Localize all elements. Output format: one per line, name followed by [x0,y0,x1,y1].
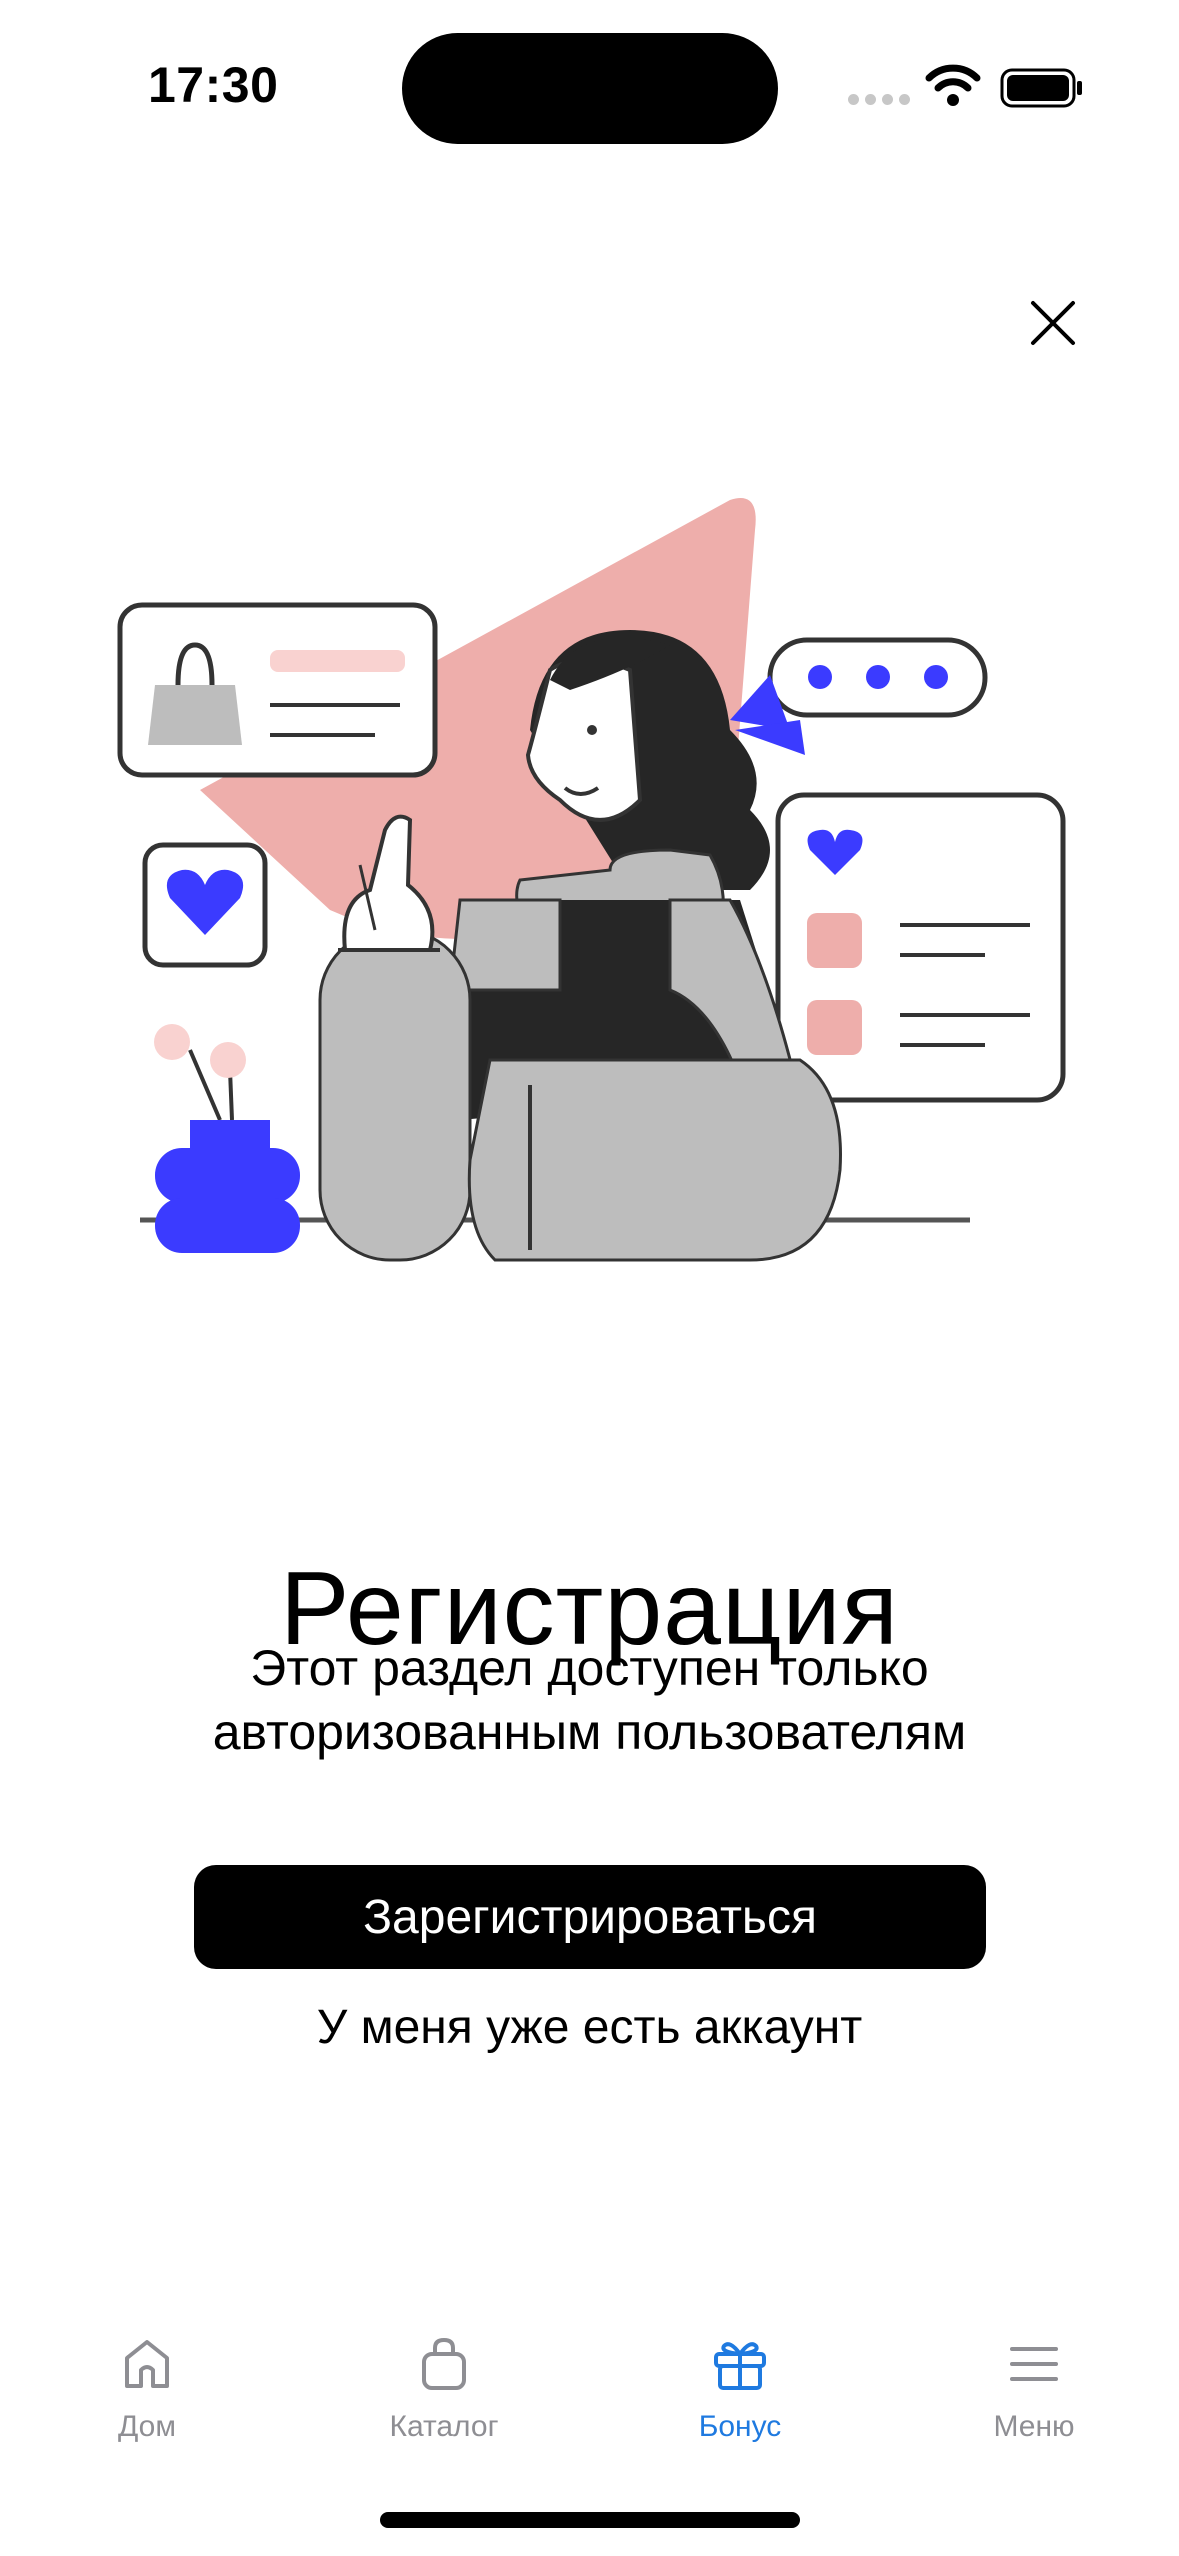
wishlist-card-graphic [775,792,1066,1103]
tab-menu-label: Меню [993,2410,1075,2443]
battery-icon [1000,68,1082,108]
tab-menu[interactable]: Меню [924,2310,1144,2444]
register-button[interactable]: Зарегистрироваться [194,1865,986,1969]
product-card-graphic [117,602,438,778]
status-time: 17:30 [148,57,279,113]
gift-icon [714,2342,766,2390]
dynamic-island [402,33,778,144]
tab-bar: Дом Каталог Бонус Меню [0,2310,1179,2490]
close-button[interactable] [1020,290,1086,356]
tab-catalog-label: Каталог [389,2410,499,2443]
tab-catalog[interactable]: Каталог [334,2310,554,2444]
menu-icon [1010,2347,1058,2381]
subtitle-line-2: авторизованным пользователям [212,1704,967,1760]
tab-bonus-label: Бонус [698,2410,782,2443]
heart-card-graphic [142,842,268,968]
tab-bonus[interactable]: Бонус [630,2310,850,2444]
status-bar: 17:30 [0,0,1179,170]
page-subtitle: Этот раздел доступен только авторизованн… [150,1636,1029,1764]
tab-home-label: Дом [118,2410,176,2443]
vase-graphic [154,1024,300,1253]
existing-account-link[interactable]: У меня уже есть аккаунт [0,2000,1179,2055]
registration-illustration [117,498,1066,1262]
cellular-signal-icon [848,94,910,105]
subtitle-line-1: Этот раздел доступен только [250,1640,929,1696]
home-indicator[interactable] [380,2512,800,2528]
house-icon [125,2340,169,2388]
chat-bubble-graphic [767,637,988,718]
shopping-bag-icon [422,2337,466,2390]
tab-home[interactable]: Дом [37,2310,257,2444]
close-icon [1031,301,1075,345]
wifi-icon [925,64,981,106]
